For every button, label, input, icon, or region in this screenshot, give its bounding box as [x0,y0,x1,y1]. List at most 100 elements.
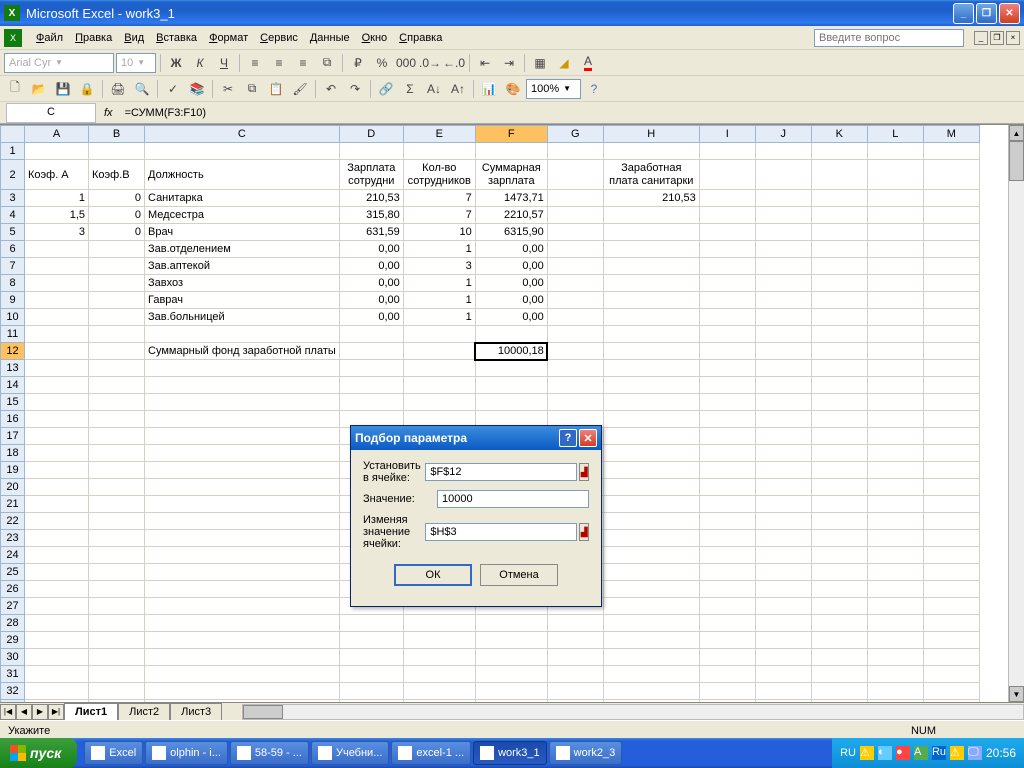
cell-K8[interactable] [811,275,867,292]
cell-M3[interactable] [923,190,979,207]
cell-H32[interactable] [603,683,699,700]
cell-B25[interactable] [89,564,145,581]
cell-C22[interactable] [145,513,340,530]
cell-L9[interactable] [867,292,923,309]
cell-A3[interactable]: 1 [25,190,89,207]
cell-I31[interactable] [699,666,755,683]
cell-C18[interactable] [145,445,340,462]
cell-F29[interactable] [475,632,547,649]
cell-B14[interactable] [89,377,145,394]
italic-button[interactable]: К [189,52,211,74]
cell-J26[interactable] [755,581,811,598]
align-center-button[interactable]: ≡ [268,52,290,74]
col-header-G[interactable]: G [547,126,603,143]
row-header-23[interactable]: 23 [1,530,25,547]
cell-K4[interactable] [811,207,867,224]
change-cell-ref-button[interactable]: ▟ [579,523,589,541]
cell-J33[interactable] [755,700,811,703]
cell-I22[interactable] [699,513,755,530]
cell-F32[interactable] [475,683,547,700]
cell-H3[interactable]: 210,53 [603,190,699,207]
cell-D3[interactable]: 210,53 [339,190,403,207]
row-header-30[interactable]: 30 [1,649,25,666]
cell-L19[interactable] [867,462,923,479]
cell-A23[interactable] [25,530,89,547]
cell-H30[interactable] [603,649,699,666]
cell-M23[interactable] [923,530,979,547]
cell-B1[interactable] [89,143,145,160]
cell-E3[interactable]: 7 [403,190,475,207]
format-painter-button[interactable]: 🖌 [289,78,311,100]
cell-H25[interactable] [603,564,699,581]
cell-F31[interactable] [475,666,547,683]
start-button[interactable]: пуск [0,738,77,768]
cell-C20[interactable] [145,479,340,496]
cell-K18[interactable] [811,445,867,462]
cell-E9[interactable]: 1 [403,292,475,309]
cell-A26[interactable] [25,581,89,598]
cell-B33[interactable] [89,700,145,703]
cell-D14[interactable] [339,377,403,394]
cell-H27[interactable] [603,598,699,615]
cell-I3[interactable] [699,190,755,207]
cell-M12[interactable] [923,343,979,360]
decrease-indent-button[interactable]: ⇤ [474,52,496,74]
col-header-F[interactable]: F [475,126,547,143]
cell-I28[interactable] [699,615,755,632]
cell-G14[interactable] [547,377,603,394]
cell-K7[interactable] [811,258,867,275]
cell-D1[interactable] [339,143,403,160]
cell-F14[interactable] [475,377,547,394]
cell-K13[interactable] [811,360,867,377]
cell-J32[interactable] [755,683,811,700]
cell-K22[interactable] [811,513,867,530]
cell-K16[interactable] [811,411,867,428]
cell-H11[interactable] [603,326,699,343]
cell-I32[interactable] [699,683,755,700]
cell-C29[interactable] [145,632,340,649]
cell-G33[interactable] [547,700,603,703]
cell-K21[interactable] [811,496,867,513]
sort-asc-button[interactable]: A↓ [423,78,445,100]
cell-D5[interactable]: 631,59 [339,224,403,241]
cell-G31[interactable] [547,666,603,683]
cell-H29[interactable] [603,632,699,649]
merge-center-button[interactable]: ⧉ [316,52,338,74]
select-all-corner[interactable] [1,126,25,143]
cell-D7[interactable]: 0,00 [339,258,403,275]
taskbar-item[interactable]: olphin - i... [145,741,228,765]
cell-H20[interactable] [603,479,699,496]
spelling-button[interactable]: ✓ [162,78,184,100]
row-header-4[interactable]: 4 [1,207,25,224]
cell-L29[interactable] [867,632,923,649]
row-header-3[interactable]: 3 [1,190,25,207]
cell-G9[interactable] [547,292,603,309]
cell-J30[interactable] [755,649,811,666]
cell-L30[interactable] [867,649,923,666]
cell-H23[interactable] [603,530,699,547]
fx-icon[interactable]: fx [104,107,113,119]
cell-L33[interactable] [867,700,923,703]
chart-wizard-button[interactable]: 📊 [478,78,500,100]
cell-M2[interactable] [923,160,979,190]
taskbar-item[interactable]: work3_1 [473,741,547,765]
cell-J16[interactable] [755,411,811,428]
cell-A5[interactable]: 3 [25,224,89,241]
dialog-close-button[interactable]: ✕ [579,429,597,447]
cell-J13[interactable] [755,360,811,377]
cell-E30[interactable] [403,649,475,666]
cell-A2[interactable]: Коэф. А [25,160,89,190]
cell-L14[interactable] [867,377,923,394]
cell-M31[interactable] [923,666,979,683]
cell-E6[interactable]: 1 [403,241,475,258]
cell-C26[interactable] [145,581,340,598]
cell-M18[interactable] [923,445,979,462]
cell-I6[interactable] [699,241,755,258]
taskbar-item[interactable]: excel-1 ... [391,741,471,765]
cell-K11[interactable] [811,326,867,343]
row-header-24[interactable]: 24 [1,547,25,564]
cell-D33[interactable] [339,700,403,703]
cell-L24[interactable] [867,547,923,564]
cell-J31[interactable] [755,666,811,683]
cell-B15[interactable] [89,394,145,411]
